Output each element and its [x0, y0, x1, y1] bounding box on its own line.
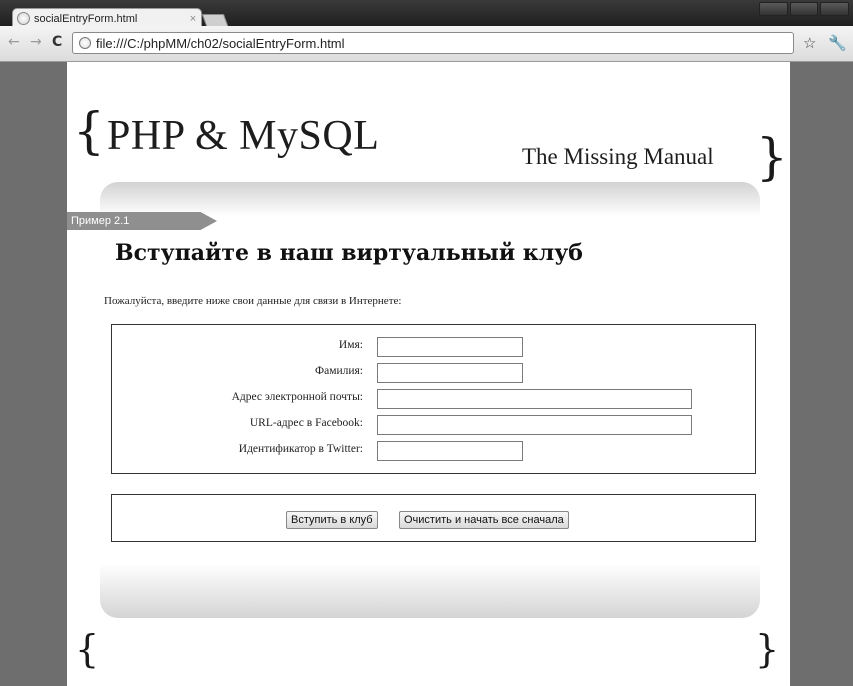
last-name-input[interactable]: [377, 363, 523, 383]
reset-button[interactable]: Очистить и начать все сначала: [399, 511, 569, 529]
email-label: Адрес электронной почты:: [231, 391, 363, 403]
brace-close: }: [756, 128, 788, 186]
example-tag: Пример 2.1: [67, 212, 217, 230]
last-name-row: Фамилия:: [112, 363, 757, 383]
facebook-url-input[interactable]: [377, 415, 692, 435]
close-window-button[interactable]: [820, 2, 850, 16]
email-input[interactable]: [377, 389, 692, 409]
intro-text: Пожалуйста, введите ниже свои данные для…: [104, 295, 402, 307]
footer-brace-open: {: [75, 627, 100, 671]
first-name-row: Имя:: [112, 337, 757, 357]
new-tab-button[interactable]: [201, 14, 229, 26]
maximize-button[interactable]: [789, 2, 819, 16]
page-content: { PHP & MySQL The Missing Manual } Приме…: [67, 62, 790, 686]
browser-toolbar: ← → C file:///C:/phpMM/ch02/socialEntryF…: [0, 26, 853, 62]
logo-subtitle: The Missing Manual: [522, 144, 714, 169]
bookmark-star-icon[interactable]: ☆: [803, 34, 816, 52]
browser-tab[interactable]: socialEntryForm.html ×: [12, 8, 202, 28]
address-bar[interactable]: file:///C:/phpMM/ch02/socialEntryForm.ht…: [72, 32, 794, 54]
back-button[interactable]: ←: [8, 34, 20, 50]
tab-title: socialEntryForm.html: [34, 12, 138, 25]
window-controls: [759, 2, 850, 16]
twitter-handle-label: Идентификатор в Twitter:: [238, 443, 363, 455]
tab-close-icon[interactable]: ×: [185, 13, 201, 25]
brace-open: {: [73, 102, 105, 160]
page-favicon-icon: [17, 12, 30, 25]
wrench-menu-icon[interactable]: 🔧: [828, 34, 847, 52]
footer-brace-close: }: [755, 627, 780, 671]
contact-fieldset: Имя: Фамилия: Адрес электронной почты: U…: [111, 324, 756, 474]
email-row: Адрес электронной почты:: [112, 389, 757, 409]
last-name-label: Фамилия:: [315, 365, 363, 377]
page-icon: [79, 37, 91, 49]
button-fieldset: Вступить в клуб Очистить и начать все сн…: [111, 494, 756, 542]
first-name-input[interactable]: [377, 337, 523, 357]
first-name-label: Имя:: [338, 339, 363, 351]
window-titlebar: socialEntryForm.html ×: [0, 0, 853, 28]
minimize-button[interactable]: [759, 2, 788, 16]
facebook-url-row: URL-адрес в Facebook:: [112, 415, 757, 435]
join-club-button[interactable]: Вступить в клуб: [286, 511, 378, 529]
facebook-url-label: URL-адрес в Facebook:: [249, 417, 363, 429]
logo-title: PHP & MySQL: [107, 113, 380, 159]
address-url: file:///C:/phpMM/ch02/socialEntryForm.ht…: [96, 35, 345, 51]
page-title: Вступайте в наш виртуальный клуб: [115, 240, 583, 266]
twitter-handle-row: Идентификатор в Twitter:: [112, 441, 757, 461]
reload-button[interactable]: C: [52, 34, 62, 50]
twitter-handle-input[interactable]: [377, 441, 523, 461]
forward-button[interactable]: →: [30, 34, 42, 50]
